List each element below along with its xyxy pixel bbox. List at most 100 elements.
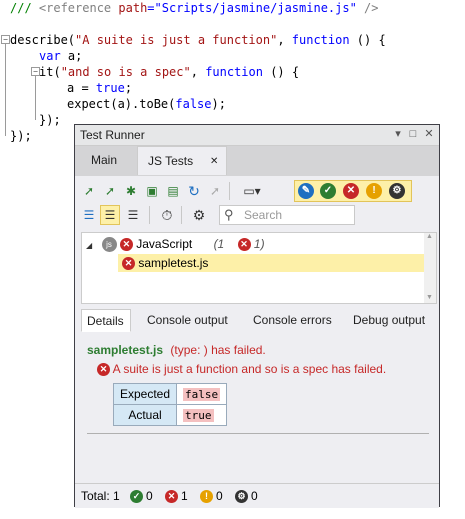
fold-guide xyxy=(5,44,6,136)
code-attr: path xyxy=(118,1,148,15)
status-bar: Total: 1 ✓ 0 ✕ 1 ! 0 ⚙ 0 xyxy=(75,483,439,508)
debug-icon[interactable]: ✱ xyxy=(123,183,139,199)
failed-icon: ✕ xyxy=(165,490,178,504)
comparison-table: Expected false Actual true xyxy=(112,383,228,426)
run-selected-icon[interactable]: ➚ xyxy=(102,183,118,199)
tree-label-sampletest: sampletest.js xyxy=(138,256,209,270)
status-other: ⚙ 0 xyxy=(235,488,258,504)
code-keyword: function xyxy=(205,65,263,79)
tab-details[interactable]: Details xyxy=(81,309,131,332)
code-line-4: it("and so is a spec", function () { xyxy=(39,64,299,80)
test-tree[interactable]: ◢ js ✕ JavaScript (1 ✕ 1) ✕ sampletest.j… xyxy=(81,232,437,304)
tab-console-output[interactable]: Console output xyxy=(147,309,228,332)
filter-failed-icon[interactable]: ✕ xyxy=(343,183,359,199)
tree-count-failed: 1) xyxy=(253,237,265,251)
tab-js-tests[interactable]: JS Tests ✕ xyxy=(137,146,227,175)
dropdown-icon[interactable]: ▾ xyxy=(391,127,405,141)
window-dropdown-icon[interactable]: ▭▾ xyxy=(239,183,265,199)
close-icon[interactable]: ✕ xyxy=(210,147,218,176)
code-line-7: }); xyxy=(39,113,61,127)
passed-icon: ✓ xyxy=(130,490,143,504)
status-other-value: 0 xyxy=(251,489,258,503)
collapse-toggle-icon[interactable]: − xyxy=(1,35,10,44)
maximize-icon[interactable]: □ xyxy=(406,127,420,141)
code-line-6: expect(a).toBe(false); xyxy=(67,96,226,112)
tab-label: Main xyxy=(91,153,118,167)
tab-label: Debug output xyxy=(353,313,426,327)
code-eq: = xyxy=(147,1,155,15)
code-text: a; xyxy=(60,49,83,63)
failed-icon: ✕ xyxy=(237,238,251,252)
tree-row-sampletest[interactable]: ✕ sampletest.js xyxy=(118,254,424,272)
table-row: Expected false xyxy=(112,383,228,405)
tab-debug-output[interactable]: Debug output xyxy=(353,309,425,332)
code-line-2: describe("A suite is just a function", f… xyxy=(10,32,386,48)
code-line-8: }); xyxy=(10,129,32,143)
code-call: it( xyxy=(39,65,61,79)
list-view-icon[interactable]: ☰ xyxy=(81,207,97,223)
refresh-icon[interactable]: ↻ xyxy=(186,183,202,199)
toolbar: ➚ ➚ ✱ ▣ ▤ ↻ ➚ ▭▾ ✎ ✓ ✕ ! ⚙ ☰ ☰ ☰ ⏱ ⚙ ⚲ S… xyxy=(75,177,439,225)
actual-value-cell: true xyxy=(176,404,228,426)
code-comment: /// xyxy=(10,1,39,15)
compact-view-icon[interactable]: ☰ xyxy=(125,207,141,223)
code-tag-close: /> xyxy=(356,1,379,15)
scroll-up-icon[interactable]: ▲ xyxy=(426,233,433,240)
runner-tabs: Main JS Tests ✕ xyxy=(75,146,439,176)
tab-console-errors[interactable]: Console errors xyxy=(253,309,332,332)
close-icon[interactable]: ✕ xyxy=(422,127,436,141)
scroll-down-icon[interactable]: ▼ xyxy=(426,294,433,301)
expected-value-cell: false xyxy=(176,383,228,405)
search-input[interactable]: ⚲ Search xyxy=(219,205,355,225)
separator xyxy=(181,206,182,224)
code-string: "A suite is just a function" xyxy=(75,33,278,47)
code-keyword: false xyxy=(175,97,212,111)
code-tag-open: <reference xyxy=(38,1,119,15)
js-badge-icon: js xyxy=(101,237,117,253)
code-punct: , xyxy=(277,33,292,47)
detail-view-icon[interactable]: ☰ xyxy=(102,207,118,223)
result-file[interactable]: sampletest.js xyxy=(87,343,163,357)
failed-icon: ✕ xyxy=(119,238,133,252)
gear-icon[interactable]: ⚙ xyxy=(191,207,207,223)
code-punct: ); xyxy=(211,97,226,111)
tree-row-javascript[interactable]: ◢ js ✕ JavaScript (1 ✕ 1) xyxy=(86,235,424,253)
filter-edit-icon[interactable]: ✎ xyxy=(298,183,314,199)
status-warnings: ! 0 xyxy=(200,488,223,504)
tab-label: Details xyxy=(87,314,124,328)
expected-label: Expected xyxy=(112,383,178,405)
table-row: Actual true xyxy=(112,404,228,426)
run-all-icon[interactable]: ➚ xyxy=(81,183,97,199)
filter-other-icon[interactable]: ⚙ xyxy=(389,183,405,199)
tab-main[interactable]: Main xyxy=(81,146,127,175)
status-passed: ✓ 0 xyxy=(130,488,153,504)
failed-icon: ✕ xyxy=(97,363,110,377)
stop-icon[interactable]: ➚ xyxy=(207,183,223,199)
title-bar[interactable]: Test Runner ▾ □ ✕ xyxy=(75,125,439,146)
code-keyword: var xyxy=(39,49,61,63)
filter-warning-icon[interactable]: ! xyxy=(366,183,382,199)
run-tests-icon[interactable]: ▣ xyxy=(144,183,160,199)
actual-value: true xyxy=(183,408,214,422)
failed-icon: ✕ xyxy=(122,257,135,271)
code-attr-value: "Scripts/jasmine/jasmine.js" xyxy=(154,1,357,15)
code-string: "and so is a spec" xyxy=(60,65,191,79)
tree-count-total: (1 xyxy=(213,237,225,251)
separator xyxy=(229,182,230,200)
filter-passed-icon[interactable]: ✓ xyxy=(320,183,336,199)
code-line-3: var a; xyxy=(39,48,82,64)
run-list-icon[interactable]: ▤ xyxy=(165,183,181,199)
expand-icon[interactable]: ◢ xyxy=(86,241,92,250)
status-total: Total: 1 xyxy=(81,488,120,504)
result-message: A suite is just a function and so is a s… xyxy=(112,362,387,376)
expected-value: false xyxy=(183,387,221,401)
timer-icon[interactable]: ⏱ xyxy=(159,207,175,223)
code-keyword: true xyxy=(95,81,125,95)
separator xyxy=(149,206,150,224)
status-failed: ✕ 1 xyxy=(165,488,188,504)
window-title: Test Runner xyxy=(80,128,145,142)
status-total-label: Total: xyxy=(81,489,110,503)
code-line-1: /// <reference path="Scripts/jasmine/jas… xyxy=(10,0,379,16)
details-tabs: Details Console output Console errors De… xyxy=(75,309,439,334)
tree-scrollbar[interactable]: ▲ ▼ xyxy=(424,233,436,303)
